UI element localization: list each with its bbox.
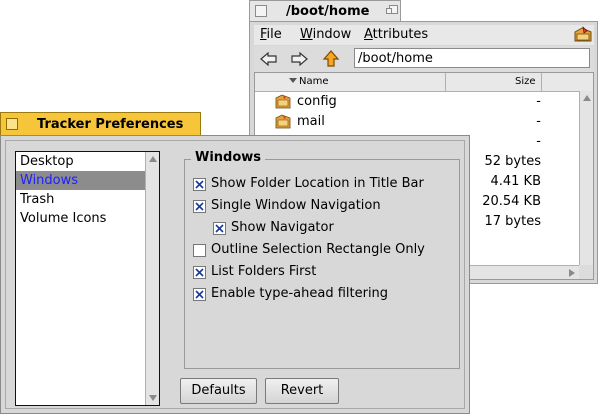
file-size: -: [536, 134, 541, 149]
option-label: Outline Selection Rectangle Only: [211, 242, 425, 257]
category-list-scrollbar[interactable]: [145, 152, 159, 405]
tracker-menu-icon[interactable]: [574, 26, 592, 43]
option-label: Single Window Navigation: [211, 198, 381, 213]
category-item-windows[interactable]: Windows: [16, 171, 145, 190]
forward-arrow-icon[interactable]: [288, 49, 310, 69]
option-label: Show Navigator: [231, 220, 334, 235]
navigator-bar: /boot/home: [254, 46, 594, 72]
file-size: -: [536, 114, 541, 129]
category-item-trash[interactable]: Trash: [16, 190, 145, 209]
prefs-window-title: Tracker Preferences: [37, 117, 184, 132]
vertical-scrollbar[interactable]: [579, 91, 593, 279]
column-header-bar: Name Size: [255, 73, 593, 92]
prefs-window-tab[interactable]: Tracker Preferences: [0, 112, 201, 136]
option-label: Enable type-ahead filtering: [211, 286, 389, 301]
checkbox-unchecked-icon[interactable]: [193, 244, 206, 257]
file-size: 52 bytes: [484, 154, 542, 169]
file-size: 4.41 KB: [490, 174, 541, 189]
checkbox-checked-icon[interactable]: [193, 266, 206, 279]
folder-icon: [275, 114, 291, 130]
column-header-size[interactable]: Size: [515, 76, 536, 87]
checkbox-checked-icon[interactable]: [193, 288, 206, 301]
back-arrow-icon[interactable]: [258, 49, 280, 69]
file-name: config: [297, 94, 337, 109]
menu-attributes[interactable]: Attributes: [364, 27, 428, 42]
zoom-box-icon[interactable]: [386, 5, 398, 17]
file-size: 20.54 KB: [482, 194, 541, 209]
option-label: Show Folder Location in Title Bar: [211, 176, 424, 191]
file-size: -: [536, 94, 541, 109]
category-item-desktop[interactable]: Desktop: [16, 152, 145, 171]
menu-bar: File Window Attributes: [254, 25, 594, 45]
option-label: List Folders First: [211, 264, 317, 279]
file-name: mail: [297, 114, 325, 129]
menu-file[interactable]: File: [260, 27, 282, 42]
file-size: 17 bytes: [484, 214, 542, 229]
tracker-window-title: /boot/home: [286, 4, 370, 19]
path-field[interactable]: /boot/home: [354, 48, 590, 68]
group-title: Windows: [191, 150, 266, 165]
checkbox-checked-icon[interactable]: [193, 200, 206, 213]
column-header-name[interactable]: Name: [299, 76, 329, 87]
defaults-button[interactable]: Defaults: [180, 378, 257, 404]
parent-folder-arrow-icon[interactable]: [320, 49, 342, 69]
sort-arrow-icon[interactable]: [289, 78, 297, 83]
resize-handle[interactable]: [579, 265, 593, 279]
windows-options-group: Windows Show Folder Location in Title Ba…: [184, 150, 460, 369]
checkbox-checked-icon[interactable]: [193, 178, 206, 191]
prefs-window: Desktop Windows Trash Volume Icons Windows …: [0, 135, 470, 414]
tracker-window-tab[interactable]: /boot/home: [249, 0, 401, 22]
prefs-panel: Desktop Windows Trash Volume Icons Windows …: [5, 140, 465, 409]
category-list: Desktop Windows Trash Volume Icons: [15, 151, 160, 406]
menu-window[interactable]: Window: [300, 27, 351, 42]
file-row[interactable]: mail -: [255, 112, 577, 132]
checkbox-checked-icon[interactable]: [213, 222, 226, 235]
close-box-icon[interactable]: [255, 5, 267, 17]
revert-button[interactable]: Revert: [265, 378, 339, 404]
folder-icon: [275, 94, 291, 110]
category-item-volume-icons[interactable]: Volume Icons: [16, 209, 145, 228]
close-box-icon[interactable]: [6, 118, 18, 130]
file-row[interactable]: config -: [255, 92, 577, 112]
